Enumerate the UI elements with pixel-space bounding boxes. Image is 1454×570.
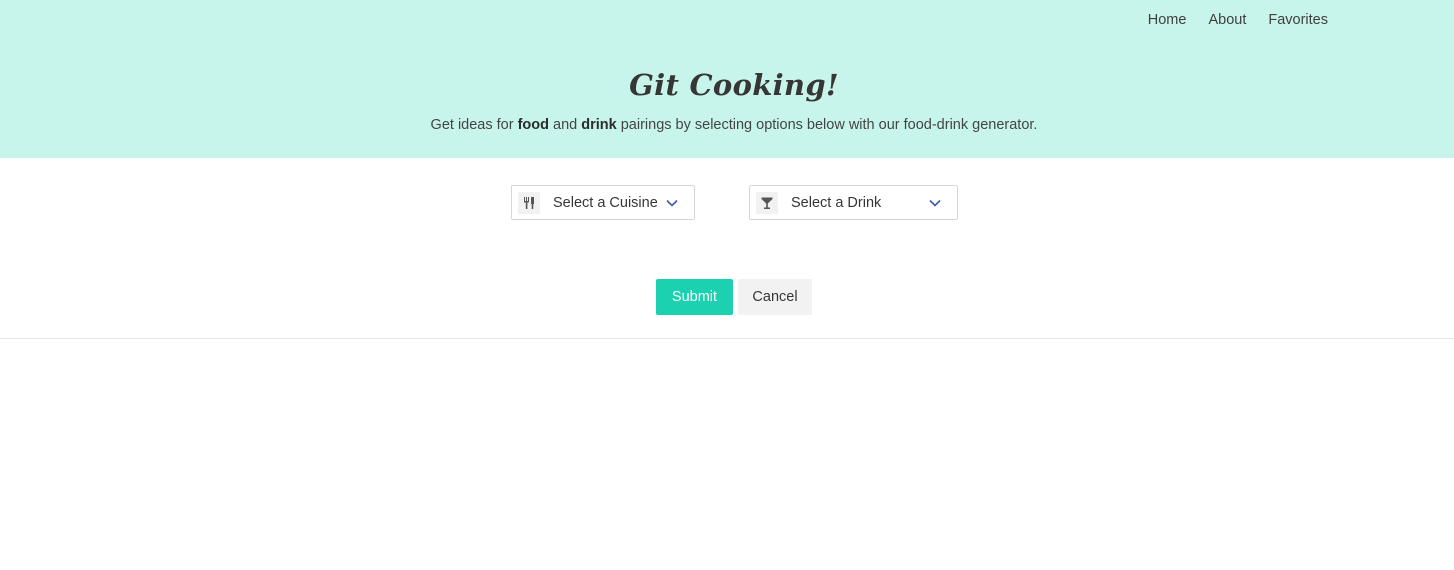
cancel-button[interactable]: Cancel (738, 279, 812, 315)
header: Home About Favorites Git Cooking! Get id… (0, 0, 1454, 158)
subtitle-bold-drink: drink (581, 117, 617, 133)
nav-home-link[interactable]: Home (1148, 12, 1187, 28)
chevron-down-icon (664, 195, 680, 211)
page-subtitle: Get ideas for food and drink pairings by… (0, 117, 1454, 133)
drink-select[interactable]: Select a Drink (749, 185, 958, 220)
subtitle-text-3: pairings by selecting options below with… (616, 117, 1038, 133)
utensils-icon (518, 191, 540, 214)
divider (0, 338, 1454, 339)
cocktail-glass-icon (756, 191, 778, 214)
subtitle-bold-food: food (517, 117, 549, 133)
top-nav: Home About Favorites (1148, 12, 1328, 28)
cuisine-select-label: Select a Cuisine (553, 194, 658, 211)
cuisine-select[interactable]: Select a Cuisine (511, 185, 695, 220)
submit-button[interactable]: Submit (656, 279, 733, 315)
page-title: Git Cooking! (629, 68, 839, 102)
nav-about-link[interactable]: About (1208, 12, 1246, 28)
subtitle-text-2: and (549, 117, 582, 133)
nav-favorites-link[interactable]: Favorites (1268, 12, 1328, 28)
chevron-down-icon (927, 195, 943, 211)
subtitle-text-1: Get ideas for (430, 117, 518, 133)
drink-select-label: Select a Drink (791, 194, 882, 211)
